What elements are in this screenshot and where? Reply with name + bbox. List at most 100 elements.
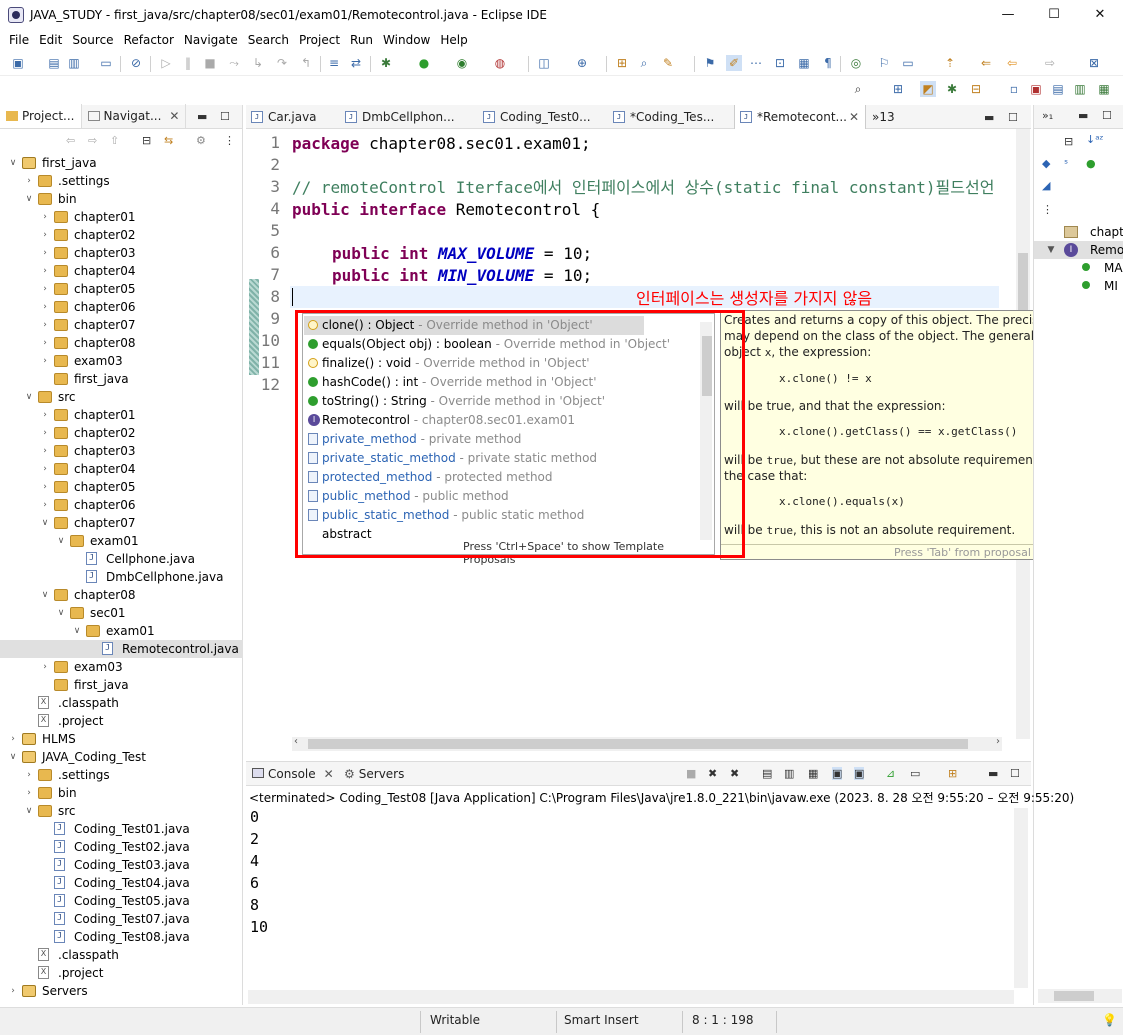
tree-item[interactable]: ∨ src — [0, 388, 243, 406]
tree-item[interactable]: › chapter04 — [0, 262, 243, 280]
outline-field[interactable]: MA — [1034, 259, 1123, 277]
skip-breakpoints-icon[interactable]: ⊘ — [128, 55, 144, 71]
tree-item[interactable]: J Coding_Test03.java — [0, 856, 243, 874]
java-perspective-icon[interactable]: ◩ — [920, 81, 936, 97]
menu-search[interactable]: Search — [243, 33, 294, 47]
tree-item[interactable]: ∨ first_java — [0, 154, 243, 172]
chevron-right-icon[interactable]: › — [40, 442, 50, 460]
outline-view-icon[interactable]: »₁ — [1042, 109, 1053, 122]
editor-tab-coding-test-b[interactable]: J *Coding_Tes... — [608, 105, 738, 129]
chevron-right-icon[interactable]: › — [24, 784, 34, 802]
collapse-all-icon[interactable]: ⊟ — [1064, 135, 1073, 148]
view-menu-icon[interactable]: ⋮ — [1042, 203, 1053, 216]
toggle-breadcrumb-icon[interactable]: ⚑ — [702, 55, 718, 71]
tab-servers[interactable]: ⚙ Servers — [344, 762, 404, 786]
scroll-right-icon[interactable]: › — [996, 736, 1000, 747]
chevron-down-icon[interactable]: ∨ — [56, 604, 66, 622]
chevron-down-icon[interactable]: ∨ — [40, 586, 50, 604]
tree-item[interactable]: ∨ exam01 — [0, 532, 243, 550]
show-stderr-icon[interactable]: ▣ — [854, 767, 865, 780]
tree-item[interactable]: J Remotecontrol.java — [0, 640, 243, 658]
tree-item[interactable]: X .classpath — [0, 946, 243, 964]
block-selection-icon[interactable]: ⋯ — [748, 55, 764, 71]
console-vscrollbar[interactable] — [1014, 808, 1028, 988]
bulb-icon[interactable]: 💡 — [1102, 1008, 1117, 1036]
chevron-down-icon[interactable]: ∨ — [56, 532, 66, 550]
menu-edit[interactable]: Edit — [34, 33, 67, 47]
tree-item[interactable]: J Coding_Test02.java — [0, 838, 243, 856]
tree-item[interactable]: J DmbCellphone.java — [0, 568, 243, 586]
tree-item[interactable]: › .settings — [0, 172, 243, 190]
coverage-icon[interactable]: ◉ — [454, 55, 470, 71]
tree-item[interactable]: › Servers — [0, 982, 243, 1000]
maximize-icon[interactable]: ☐ — [1010, 767, 1020, 780]
scroll-lock-icon[interactable]: ▥ — [784, 767, 794, 780]
annotation-icon[interactable]: ⚐ — [876, 55, 892, 71]
tree-item[interactable]: J Cellphone.java — [0, 550, 243, 568]
chevron-right-icon[interactable]: › — [40, 406, 50, 424]
up-icon[interactable]: ⇧ — [110, 134, 119, 147]
chevron-down-icon[interactable]: ∨ — [72, 622, 82, 640]
menu-file[interactable]: File — [4, 33, 34, 47]
view-menu-icon[interactable]: ⋮ — [224, 134, 235, 147]
toolbar-icon-d[interactable]: ▦ — [1096, 81, 1112, 97]
chevron-down-icon[interactable]: ∨ — [24, 388, 34, 406]
word-wrap-icon[interactable]: ▦ — [808, 767, 818, 780]
chevron-right-icon[interactable]: › — [40, 244, 50, 262]
use-step-filters-icon[interactable]: ≡ — [326, 55, 342, 71]
tab-navigator[interactable]: Navigat... ✕ — [82, 104, 187, 128]
chevron-down-icon[interactable]: ∨ — [8, 154, 18, 172]
tree-item[interactable]: X .classpath — [0, 694, 243, 712]
toolbar-icon-a[interactable]: ▣ — [1028, 81, 1044, 97]
maximize-icon[interactable]: ☐ — [220, 110, 230, 123]
tree-item[interactable]: X .project — [0, 712, 243, 730]
menu-window[interactable]: Window — [378, 33, 435, 47]
step-return-icon[interactable]: ↰ — [298, 55, 314, 71]
link-editor-icon[interactable]: ⇆ — [164, 134, 173, 147]
outline-hscrollbar[interactable] — [1038, 989, 1122, 1003]
chevron-right-icon[interactable]: › — [40, 298, 50, 316]
tree-item[interactable]: ∨ src — [0, 802, 243, 820]
close-icon[interactable]: ✕ — [324, 767, 334, 781]
tree-item[interactable]: › chapter03 — [0, 442, 243, 460]
terminate-icon[interactable]: ■ — [202, 55, 218, 71]
save-all-icon[interactable]: ▥ — [66, 55, 82, 71]
close-icon[interactable]: ✕ — [169, 109, 179, 123]
tree-item[interactable]: › chapter01 — [0, 406, 243, 424]
toolbar-icon-b[interactable]: ▤ — [1050, 81, 1066, 97]
tree-item[interactable]: › exam03 — [0, 352, 243, 370]
minimize-icon[interactable]: ▬ — [984, 111, 994, 124]
tree-item[interactable]: ∨ bin — [0, 190, 243, 208]
chevron-down-icon[interactable]: ∨ — [8, 748, 18, 766]
menu-navigate[interactable]: Navigate — [179, 33, 243, 47]
pin-console-icon[interactable]: ⊿ — [886, 767, 895, 780]
minimize-button[interactable]: — — [985, 0, 1031, 30]
insert-mode-status[interactable]: Smart Insert — [564, 1008, 639, 1036]
tree-item[interactable]: ∨ exam01 — [0, 622, 243, 640]
hide-nonpublic-icon[interactable]: ● — [1086, 157, 1096, 170]
external-tools-icon[interactable]: ◍ — [492, 55, 508, 71]
chevron-right-icon[interactable]: › — [8, 730, 18, 748]
filter-icon[interactable]: ⚙ — [196, 134, 206, 147]
chevron-right-icon[interactable]: › — [8, 982, 18, 1000]
tree-item[interactable]: › chapter08 — [0, 334, 243, 352]
menu-source[interactable]: Source — [67, 33, 118, 47]
chevron-right-icon[interactable]: › — [40, 280, 50, 298]
chevron-right-icon[interactable]: › — [40, 316, 50, 334]
code-line-4[interactable]: public interface Remotecontrol { — [292, 199, 600, 221]
hide-fields-icon[interactable]: ◆ — [1042, 157, 1050, 170]
chevron-down-icon[interactable]: ▼ — [1046, 241, 1056, 259]
chevron-right-icon[interactable]: › — [40, 478, 50, 496]
chevron-right-icon[interactable]: › — [40, 352, 50, 370]
new-class-icon[interactable]: ⊕ — [574, 55, 590, 71]
close-button[interactable]: ✕ — [1077, 0, 1123, 30]
tree-item[interactable]: first_java — [0, 370, 243, 388]
show-whitespace-icon[interactable]: ▦ — [796, 55, 812, 71]
tree-item[interactable]: › exam03 — [0, 658, 243, 676]
tree-item[interactable]: › chapter03 — [0, 244, 243, 262]
outline-interface[interactable]: ▼ I Remo — [1034, 241, 1123, 259]
outline-field[interactable]: MI — [1034, 277, 1123, 295]
minimize-icon[interactable]: ▬ — [988, 767, 998, 780]
tree-item[interactable]: › bin — [0, 784, 243, 802]
show-stdout-icon[interactable]: ▣ — [832, 767, 843, 780]
